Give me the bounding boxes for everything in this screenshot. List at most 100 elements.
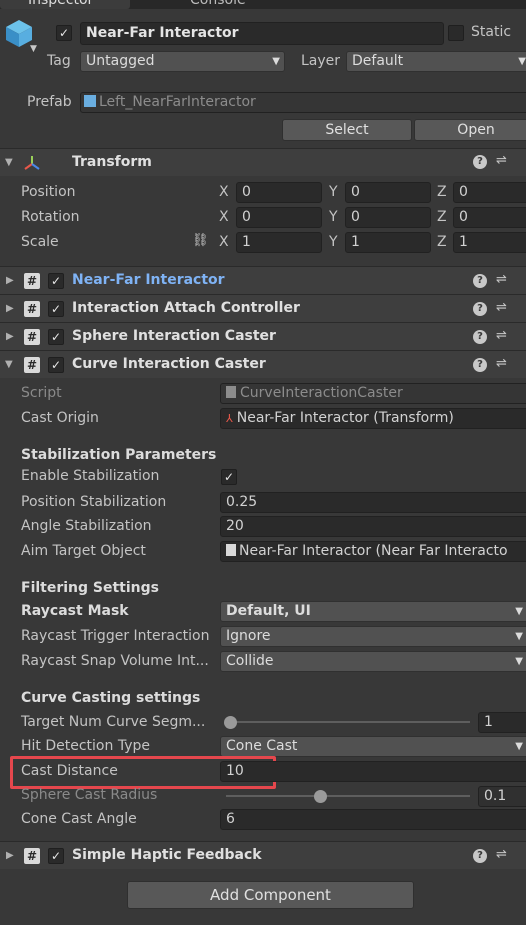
scale-z-field[interactable]: 1 (453, 232, 526, 253)
tag-dropdown[interactable]: Untagged ▼ (80, 51, 285, 72)
tab-console[interactable]: Console (160, 0, 260, 9)
position-z-field[interactable]: 0 (453, 182, 526, 203)
rotation-y-field[interactable]: 0 (345, 207, 431, 228)
help-icon[interactable]: ? (473, 849, 487, 863)
scale-y-field[interactable]: 1 (345, 232, 431, 253)
prefab-field: Left_NearFarInteractor (80, 92, 526, 113)
settings-sliders-icon[interactable]: ⇌ (496, 328, 507, 343)
settings-sliders-icon[interactable]: ⇌ (496, 272, 507, 287)
raycast-mask-dropdown[interactable]: Default, UI ▼ (220, 601, 526, 622)
trigger-interaction-label: Raycast Trigger Interaction (21, 628, 210, 644)
enable-stabilization-checkbox[interactable]: ✓ (221, 469, 237, 485)
rotation-x-field[interactable]: 0 (236, 207, 322, 228)
foldout-expanded-icon: ▼ (5, 359, 13, 370)
component-header-curve[interactable]: ▼ # ✓ Curve Interaction Caster ? ⇌ (0, 350, 526, 378)
stabilization-header: Stabilization Parameters (21, 447, 217, 463)
z-axis-label: Z (437, 184, 447, 200)
foldout-collapsed-icon: ▶ (6, 275, 14, 286)
prefab-label: Prefab (27, 94, 72, 110)
enabled-checkbox[interactable]: ✓ (48, 848, 64, 864)
position-label: Position (21, 184, 76, 200)
static-checkbox[interactable] (448, 25, 464, 41)
curve-segments-slider-knob[interactable] (224, 716, 237, 729)
aim-target-field[interactable]: Near-Far Interactor (Near Far Interacto (220, 541, 526, 562)
cast-distance-label: Cast Distance (21, 763, 118, 779)
sphere-radius-slider-knob[interactable] (314, 790, 328, 803)
sphere-radius-label: Sphere Cast Radius (21, 787, 158, 803)
foldout-collapsed-icon: ▶ (6, 850, 14, 861)
sphere-radius-field[interactable]: 0.1 (478, 786, 526, 807)
cast-distance-field[interactable]: 10 (220, 761, 526, 782)
cast-origin-field[interactable]: ⅄ Near-Far Interactor (Transform) (220, 408, 526, 429)
rotation-z-field[interactable]: 0 (453, 207, 526, 228)
cast-origin-label: Cast Origin (21, 410, 99, 426)
raycast-mask-label: Raycast Mask (21, 603, 129, 619)
component-header-haptic[interactable]: ▶ # ✓ Simple Haptic Feedback ? ⇌ (0, 841, 526, 869)
help-icon[interactable]: ? (473, 302, 487, 316)
gameobject-icon-dropdown[interactable]: ▼ (30, 44, 37, 54)
help-icon[interactable]: ? (473, 330, 487, 344)
sphere-radius-slider-track[interactable] (226, 795, 470, 797)
tab-bar: Inspector Console (0, 0, 526, 9)
foldout-collapsed-icon: ▶ (6, 331, 14, 342)
raycast-mask-value: Default, UI (226, 603, 311, 619)
settings-sliders-icon[interactable]: ⇌ (496, 300, 507, 315)
transform-header[interactable]: ▼ Transform ? ⇌ (0, 148, 526, 176)
chevron-down-icon: ▼ (272, 56, 280, 67)
transform-icon: ⅄ (226, 412, 233, 425)
y-axis-label: Y (329, 184, 338, 200)
enabled-checkbox[interactable]: ✓ (48, 329, 64, 345)
enable-stabilization-label: Enable Stabilization (21, 468, 160, 484)
chevron-down-icon: ▼ (515, 741, 523, 752)
cone-angle-field[interactable]: 6 (220, 809, 526, 830)
enabled-checkbox[interactable]: ✓ (48, 273, 64, 289)
snap-volume-dropdown[interactable]: Collide ▼ (220, 651, 526, 672)
component-header-sphere[interactable]: ▶ # ✓ Sphere Interaction Caster ? ⇌ (0, 322, 526, 350)
unlink-icon[interactable]: ⛓ (192, 233, 209, 248)
settings-sliders-icon[interactable]: ⇌ (496, 153, 507, 168)
script-file-icon (226, 544, 236, 556)
prefab-icon (84, 95, 96, 107)
enabled-checkbox[interactable]: ✓ (48, 301, 64, 317)
help-icon[interactable]: ? (473, 274, 487, 288)
transform-title: Transform (72, 154, 152, 170)
component-header-attach[interactable]: ▶ # ✓ Interaction Attach Controller ? ⇌ (0, 294, 526, 322)
near-far-title: Near-Far Interactor (72, 272, 225, 288)
layer-value: Default (352, 53, 404, 69)
script-file-icon (226, 386, 236, 398)
x-axis-label: X (219, 184, 229, 200)
script-field: CurveInteractionCaster (220, 383, 526, 404)
tag-value: Untagged (86, 53, 155, 69)
settings-sliders-icon[interactable]: ⇌ (496, 356, 507, 371)
settings-sliders-icon[interactable]: ⇌ (496, 847, 507, 862)
chevron-down-icon: ▼ (515, 606, 523, 617)
name-field[interactable]: Near-Far Interactor (80, 22, 444, 45)
select-button[interactable]: Select (282, 119, 412, 141)
position-y-field[interactable]: 0 (345, 182, 431, 203)
layer-dropdown[interactable]: Default ▼ (346, 51, 526, 72)
add-component-button[interactable]: Add Component (127, 881, 414, 909)
static-label: Static (471, 24, 512, 40)
enabled-checkbox[interactable]: ✓ (48, 357, 64, 373)
scale-x-field[interactable]: 1 (236, 232, 322, 253)
position-x-field[interactable]: 0 (236, 182, 322, 203)
hit-detection-dropdown[interactable]: Cone Cast ▼ (220, 736, 526, 757)
trigger-interaction-dropdown[interactable]: Ignore ▼ (220, 626, 526, 647)
angle-stabilization-field[interactable]: 20 (220, 516, 526, 537)
tab-inspector[interactable]: Inspector (0, 0, 130, 9)
haptic-title: Simple Haptic Feedback (72, 847, 262, 863)
z-axis-label: Z (437, 209, 447, 225)
curve-segments-slider-track[interactable] (226, 721, 470, 723)
position-stabilization-label: Position Stabilization (21, 494, 167, 510)
help-icon[interactable]: ? (473, 155, 487, 169)
open-button[interactable]: Open (414, 119, 526, 141)
script-icon: # (24, 329, 40, 345)
cast-origin-value: Near-Far Interactor (Transform) (236, 410, 454, 426)
chevron-down-icon: ▼ (515, 656, 523, 667)
active-checkbox[interactable]: ✓ (56, 25, 72, 41)
help-icon[interactable]: ? (473, 358, 487, 372)
position-stabilization-field[interactable]: 0.25 (220, 492, 526, 513)
hit-detection-label: Hit Detection Type (21, 738, 150, 754)
curve-segments-field[interactable]: 1 (478, 712, 526, 733)
component-header-near-far[interactable]: ▶ # ✓ Near-Far Interactor ? ⇌ (0, 266, 526, 294)
